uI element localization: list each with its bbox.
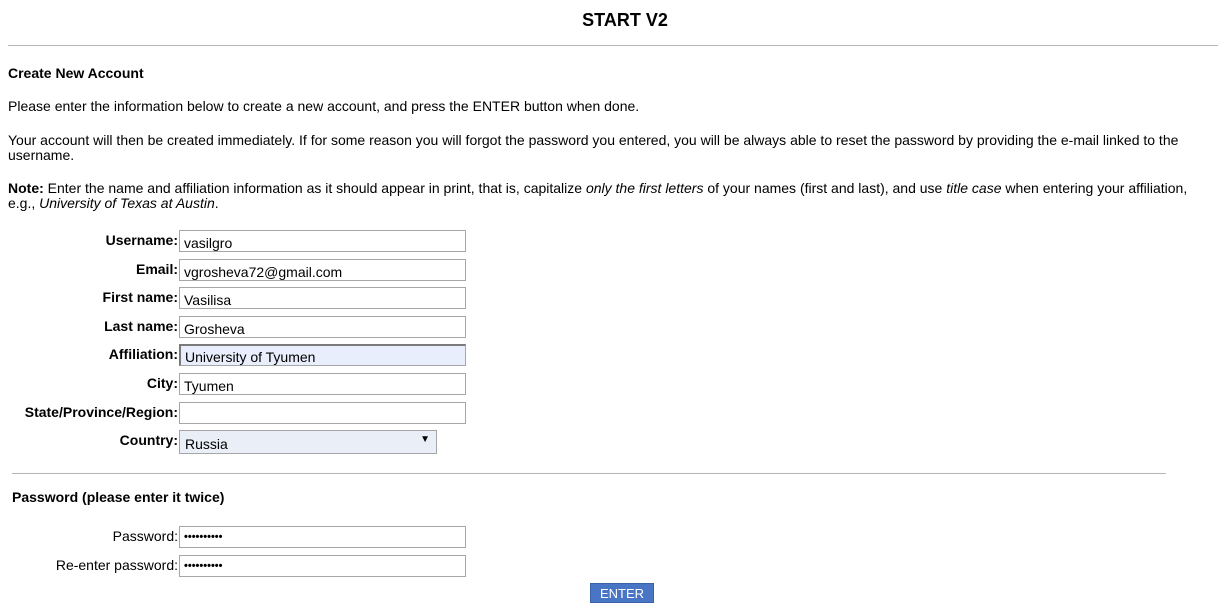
first-name-row: First name: [0, 287, 480, 311]
username-input[interactable] [179, 230, 466, 252]
email-input[interactable] [179, 259, 466, 281]
note-text-a: Enter the name and affiliation informati… [43, 180, 586, 196]
last-name-input[interactable] [179, 316, 466, 338]
country-selected-value: Russia [185, 436, 228, 452]
password-row: Password: •••••••••• [0, 526, 480, 550]
note-paragraph: Note: Enter the name and affiliation inf… [8, 181, 1216, 211]
state-label: State/Province/Region: [24, 404, 178, 420]
top-divider [8, 45, 1218, 46]
country-select[interactable]: Russia ▼ [179, 430, 437, 454]
note-italic-c: University of Texas at Austin [39, 195, 215, 211]
username-row: Username: [0, 230, 480, 254]
reenter-password-input[interactable]: •••••••••• [179, 555, 466, 577]
page-title: START V2 [582, 10, 668, 30]
section-divider [12, 473, 1166, 474]
country-label: Country: [119, 432, 178, 448]
intro-paragraph-2: Your account will then be created immedi… [8, 132, 1179, 163]
note-italic-b: title case [946, 180, 1002, 196]
username-label: Username: [105, 232, 178, 248]
city-row: City: [0, 373, 480, 397]
note-label: Note: [8, 180, 44, 196]
enter-button[interactable]: ENTER [590, 583, 654, 603]
section-title-password: Password (please enter it twice) [12, 489, 225, 505]
first-name-label: First name: [102, 289, 178, 305]
last-name-label: Last name: [104, 318, 178, 334]
dropdown-arrow-icon: ▼ [420, 434, 430, 445]
city-label: City: [146, 375, 178, 391]
email-row: Email: [0, 259, 480, 283]
section-title-create-account: Create New Account [8, 65, 144, 81]
intro-paragraph-1: Please enter the information below to cr… [8, 98, 640, 114]
email-label: Email: [135, 261, 178, 277]
last-name-row: Last name: [0, 316, 480, 340]
note-italic-a: only the first letters [585, 180, 704, 196]
note-text-d: . [214, 195, 219, 211]
password-input[interactable]: •••••••••• [179, 526, 466, 548]
reenter-password-label: Re-enter password: [55, 557, 178, 573]
city-input[interactable] [179, 373, 466, 395]
password-label: Password: [112, 528, 178, 544]
state-row: State/Province/Region: [0, 402, 480, 426]
state-input[interactable] [179, 402, 466, 424]
note-text-b: of your names (first and last), and use [703, 180, 947, 196]
affiliation-label: Affiliation: [108, 346, 178, 362]
first-name-input[interactable] [179, 287, 466, 309]
affiliation-row: Affiliation: [0, 344, 480, 368]
reenter-password-row: Re-enter password: •••••••••• [0, 555, 480, 579]
country-row: Country: Russia ▼ [0, 430, 480, 454]
affiliation-input[interactable] [179, 344, 466, 366]
